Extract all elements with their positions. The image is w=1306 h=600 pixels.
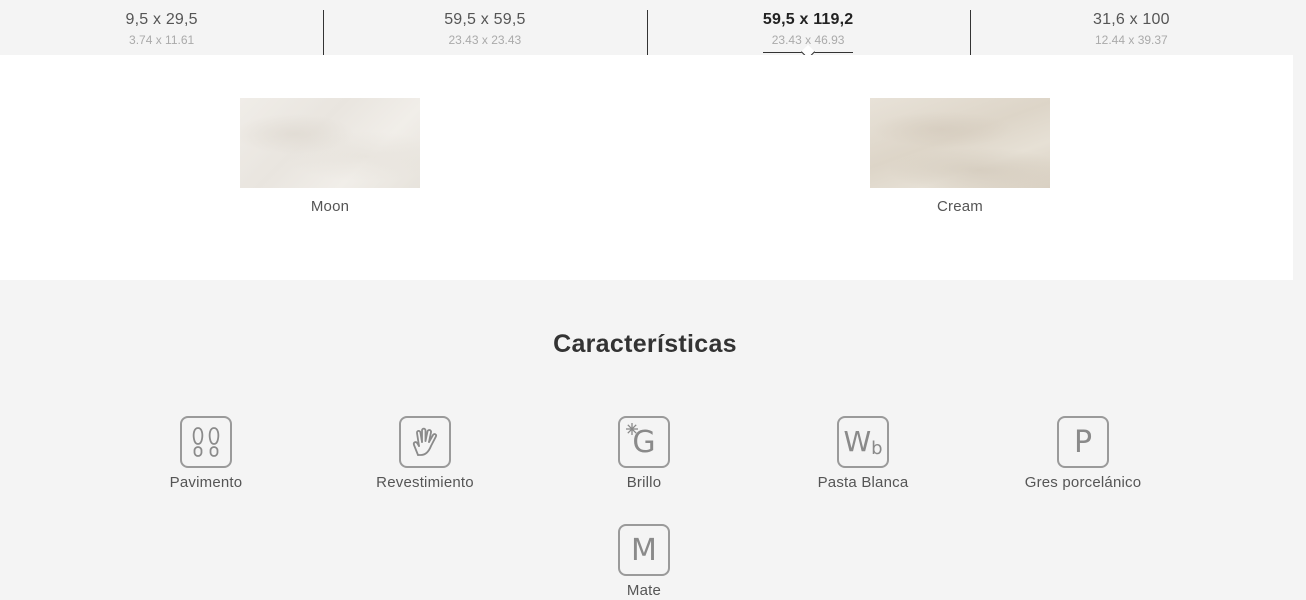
size-inches: 3.74 x 11.61 xyxy=(129,33,195,47)
feature-pavimento: Pavimento xyxy=(106,416,306,491)
feature-revestimiento: Revestimiento xyxy=(325,416,525,491)
footprints-icon xyxy=(180,416,232,468)
size-metric: 59,5 x 59,5 xyxy=(444,11,526,28)
feature-label: Pavimento xyxy=(169,474,243,491)
features-title: Características xyxy=(553,330,737,358)
feature-label: Brillo xyxy=(626,474,662,491)
size-tab-59-5x119-2[interactable]: 59,5 x 119,2 23.43 x 46.93 xyxy=(646,0,970,60)
wb-letter: W xyxy=(843,425,872,458)
size-tabs: 9,5 x 29,5 3.74 x 11.61 59,5 x 59,5 23.4… xyxy=(0,0,1293,60)
feature-label: Revestimiento xyxy=(376,474,474,491)
size-metric: 59,5 x 119,2 xyxy=(762,11,854,28)
matte-m-icon: M xyxy=(618,524,670,576)
variant-swatch-cream[interactable] xyxy=(870,98,1050,188)
color-variants-panel: Moon Cream xyxy=(0,55,1293,280)
hand-icon xyxy=(399,416,451,468)
variant-name: Cream xyxy=(936,198,983,215)
feature-pasta-blanca: Wb Pasta Blanca xyxy=(763,416,963,491)
feature-brillo: G Brillo xyxy=(544,416,744,491)
feature-label: Pasta Blanca xyxy=(817,474,909,491)
size-inches: 12.44 x 39.37 xyxy=(1095,33,1168,47)
size-tab-31-6x100[interactable]: 31,6 x 100 12.44 x 39.37 xyxy=(969,0,1293,55)
feature-mate: M Mate xyxy=(544,524,744,599)
gloss-g-icon: G xyxy=(618,416,670,468)
matte-letter: M xyxy=(631,532,657,568)
variant-cream[interactable]: Cream xyxy=(870,98,1050,215)
size-metric: 9,5 x 29,5 xyxy=(125,11,198,28)
feature-gres-porcelanico: P Gres porcelánico xyxy=(983,416,1183,491)
white-body-wb-icon: Wb xyxy=(837,416,889,468)
variant-name: Moon xyxy=(310,198,350,215)
porcelain-p-icon: P xyxy=(1057,416,1109,468)
variant-swatch-moon[interactable] xyxy=(240,98,420,188)
variant-moon[interactable]: Moon xyxy=(240,98,420,215)
porcelain-letter: P xyxy=(1073,424,1093,460)
feature-label: Gres porcelánico xyxy=(1024,474,1142,491)
wb-glyph: Wb xyxy=(843,425,882,459)
feature-label: Mate xyxy=(626,582,662,599)
size-metric: 31,6 x 100 xyxy=(1093,11,1170,28)
size-tab-59-5x59-5[interactable]: 59,5 x 59,5 23.43 x 23.43 xyxy=(323,0,646,55)
size-tab-9-5x29-5[interactable]: 9,5 x 29,5 3.74 x 11.61 xyxy=(0,0,323,55)
wb-subscript: b xyxy=(871,438,883,459)
size-inches: 23.43 x 23.43 xyxy=(448,33,522,47)
